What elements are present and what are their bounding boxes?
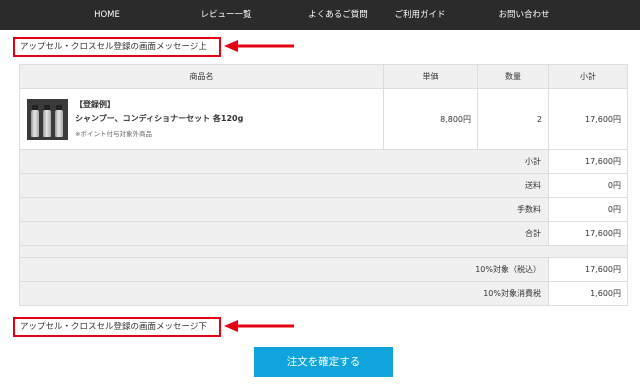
header-quantity: 数量 — [477, 64, 549, 89]
cart-table: 商品名 単価 数量 小計 【登録例】 シャンプー、コンディショナーセット 各12… — [19, 64, 628, 306]
nav-usage-guide[interactable]: ご利用ガイド — [394, 0, 445, 30]
nav-home[interactable]: HOME — [94, 0, 120, 30]
summary-value: 0円 — [548, 173, 628, 198]
product-badge: 【登録例】 — [75, 100, 115, 109]
summary-row-total: 合計 17,600円 — [19, 221, 628, 246]
nav-review-list[interactable]: レビュー一覧 — [200, 0, 251, 30]
header-unit-price: 単価 — [383, 64, 478, 89]
cart-item-subtotal: 17,600円 — [548, 88, 628, 150]
upsell-message-top: アップセル・クロスセル登録の画面メッセージ上 — [13, 37, 221, 57]
cart-item-unit-price: 8,800円 — [383, 88, 478, 150]
summary-label: 手数料 — [19, 197, 549, 222]
cart-item-row: 【登録例】 シャンプー、コンディショナーセット 各120g ※ポイント付与対象外… — [19, 88, 628, 150]
tax-label: 10%対象（税込） — [19, 257, 549, 282]
tax-label: 10%対象消費税 — [19, 281, 549, 306]
header-subtotal: 小計 — [548, 64, 628, 89]
summary-label: 合計 — [19, 221, 549, 246]
tax-row-consumption: 10%対象消費税 1,600円 — [19, 281, 628, 306]
summary-divider — [19, 245, 628, 258]
tax-row-target: 10%対象（税込） 17,600円 — [19, 257, 628, 282]
cart-item-quantity: 2 — [477, 88, 549, 150]
summary-row-subtotal: 小計 17,600円 — [19, 149, 628, 174]
cart-item-product-cell: 【登録例】 シャンプー、コンディショナーセット 各120g ※ポイント付与対象外… — [19, 88, 384, 150]
header-product-name: 商品名 — [19, 64, 384, 89]
red-arrow-icon — [224, 320, 294, 332]
red-arrow-icon — [224, 40, 294, 52]
confirm-order-button[interactable]: 注文を確定する — [254, 347, 393, 377]
summary-value: 0円 — [548, 197, 628, 222]
summary-label: 小計 — [19, 149, 549, 174]
summary-value: 17,600円 — [548, 149, 628, 174]
nav-faq[interactable]: よくあるご質問 — [308, 0, 368, 30]
summary-row-shipping: 送料 0円 — [19, 173, 628, 198]
product-name[interactable]: シャンプー、コンディショナーセット 各120g — [75, 113, 243, 124]
summary-label: 送料 — [19, 173, 549, 198]
tax-value: 1,600円 — [548, 281, 628, 306]
summary-row-fee: 手数料 0円 — [19, 197, 628, 222]
divider-cell — [19, 245, 628, 258]
upsell-message-bottom: アップセル・クロスセル登録の画面メッセージ下 — [13, 317, 221, 337]
summary-value: 17,600円 — [548, 221, 628, 246]
product-note: ※ポイント付与対象外商品 — [75, 130, 152, 138]
product-bottles-image[interactable] — [27, 99, 68, 140]
tax-value: 17,600円 — [548, 257, 628, 282]
nav-contact[interactable]: お問い合わせ — [498, 0, 549, 30]
top-navigation: HOME レビュー一覧 よくあるご質問 ご利用ガイド お問い合わせ — [0, 0, 640, 30]
